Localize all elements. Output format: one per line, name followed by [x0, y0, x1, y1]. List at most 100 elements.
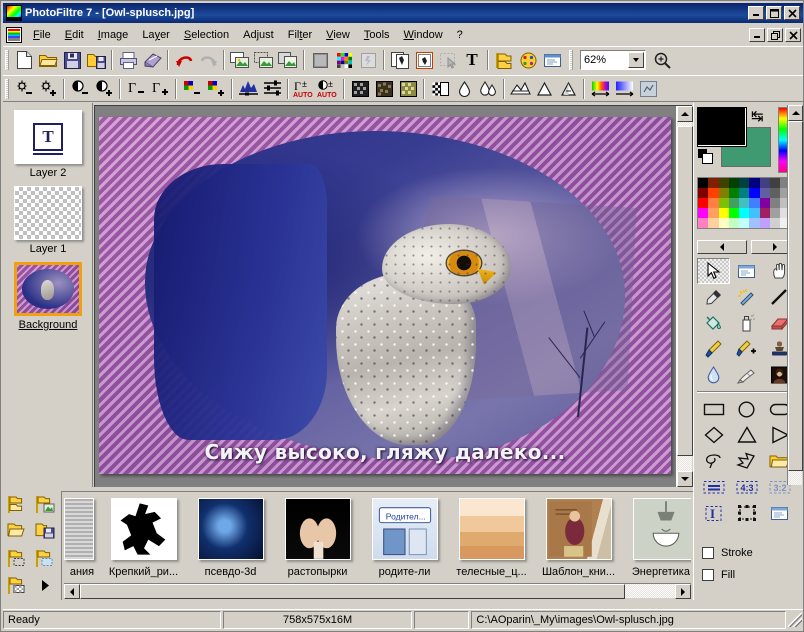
text-tool-icon[interactable]: T	[460, 49, 484, 72]
palette-swatch[interactable]	[770, 208, 781, 218]
redo-icon[interactable]	[196, 49, 220, 72]
contrast-up-icon[interactable]	[92, 77, 116, 100]
smudge-tool[interactable]	[730, 362, 763, 388]
swap-colors-icon[interactable]: ↹	[751, 107, 769, 125]
palette-swatch[interactable]	[698, 198, 709, 208]
palette-swatch[interactable]	[728, 198, 740, 208]
ellipse-shape[interactable]	[730, 396, 763, 422]
crop-to-selection-icon[interactable]	[388, 49, 412, 72]
auto-contrast-icon[interactable]: ± AUTO	[316, 77, 340, 100]
palette-swatch[interactable]	[739, 208, 750, 218]
palette-swatch[interactable]	[718, 198, 729, 208]
palette-swatch[interactable]	[718, 208, 729, 218]
text-layer-thumb[interactable]: T	[14, 110, 82, 164]
mdi-restore-button[interactable]	[767, 28, 783, 42]
blur-icon[interactable]	[452, 77, 476, 100]
mdi-close-button[interactable]	[785, 28, 801, 42]
levels-icon[interactable]	[260, 77, 284, 100]
palette-swatch[interactable]	[759, 188, 771, 198]
blue-noise-thumb[interactable]	[197, 498, 264, 560]
advanced-brush-tool[interactable]	[730, 336, 763, 362]
lasso-shape[interactable]	[697, 448, 730, 474]
color-wheel-icon[interactable]	[516, 49, 540, 72]
save-icon[interactable]	[60, 49, 84, 72]
panel-scrollbar-thumb[interactable]	[788, 121, 803, 471]
layer-item-layer2[interactable]: T Layer 2	[3, 103, 93, 179]
palette-swatch[interactable]	[770, 198, 781, 208]
airbrush-tool[interactable]	[730, 310, 763, 336]
menu-filter[interactable]: Filter	[281, 27, 319, 43]
palette-swatch[interactable]	[728, 218, 740, 228]
save-layer-icon[interactable]	[31, 518, 59, 545]
palette-swatch[interactable]	[708, 218, 719, 228]
adjust-toolbar-grip[interactable]	[5, 78, 9, 99]
fill-option-row[interactable]: Fill	[702, 569, 735, 581]
palette-swatch[interactable]	[708, 178, 719, 188]
toolbar-grip-2[interactable]	[569, 50, 573, 70]
color-palette-icon[interactable]	[332, 49, 356, 72]
color-saturation-up-icon[interactable]	[204, 77, 228, 100]
transparency-icon[interactable]	[356, 49, 380, 72]
palette-swatch[interactable]	[739, 198, 750, 208]
chevron-down-icon[interactable]	[628, 52, 644, 68]
scrollbar-thumb[interactable]	[677, 126, 693, 456]
browser-thumbnail-item[interactable]: Родител... родите-ли	[361, 494, 448, 578]
palette-swatch[interactable]	[718, 188, 729, 198]
layer-from-selection-icon[interactable]	[3, 545, 31, 572]
browser-scroll-left-button[interactable]	[64, 584, 80, 599]
menu-window[interactable]: Window	[397, 27, 450, 43]
brightness-down-icon[interactable]	[12, 77, 36, 100]
diamond-shape[interactable]	[697, 422, 730, 448]
palette-swatch[interactable]	[708, 208, 719, 218]
dither-bayer-icon[interactable]	[348, 77, 372, 100]
palette-swatch[interactable]	[698, 188, 709, 198]
paintbrush-tool[interactable]	[697, 336, 730, 362]
menu-image[interactable]: Image	[91, 27, 136, 43]
book-template-thumb[interactable]	[545, 498, 612, 560]
scrollbar-track[interactable]	[677, 122, 693, 471]
eyedropper-tool[interactable]	[697, 284, 730, 310]
menu-file[interactable]: File	[26, 27, 58, 43]
skin-gradient-thumb[interactable]	[458, 498, 525, 560]
save-as-icon[interactable]	[84, 49, 108, 72]
new-document-icon[interactable]	[12, 49, 36, 72]
thumbnail-strip[interactable]: ания Крепкий_ри... псевдо-3d растопырки Роди…	[64, 494, 691, 582]
menu-adjust[interactable]: Adjust	[236, 27, 281, 43]
palette-swatch[interactable]	[718, 218, 729, 228]
auto-gamma-icon[interactable]: Γ ± AUTO	[292, 77, 316, 100]
palette-swatch[interactable]	[749, 198, 760, 208]
zoom-combo[interactable]: 62%	[580, 50, 646, 70]
palette-swatch[interactable]	[749, 218, 760, 228]
palette-swatch[interactable]	[770, 188, 781, 198]
palette-swatch[interactable]	[770, 218, 781, 228]
palette-swatch[interactable]	[759, 218, 771, 228]
magic-wand-tool[interactable]	[730, 284, 763, 310]
open-folder-icon[interactable]	[36, 49, 60, 72]
resize-grip-icon[interactable]	[788, 612, 802, 627]
palette-prev-button[interactable]	[697, 240, 747, 254]
browser-thumbnail-item[interactable]: Крепкий_ри...	[100, 494, 187, 578]
menu-selection[interactable]: Selection	[177, 27, 236, 43]
panel-scroll-up-button[interactable]	[788, 105, 803, 121]
grayscale-icon[interactable]	[308, 49, 332, 72]
palette-swatch[interactable]	[749, 178, 760, 188]
palette-swatch[interactable]	[728, 188, 740, 198]
module-window-icon[interactable]	[540, 49, 564, 72]
scroll-down-button[interactable]	[677, 471, 693, 487]
screen-capture-tool[interactable]	[730, 258, 763, 284]
palette-swatch[interactable]	[708, 198, 719, 208]
palette-swatch[interactable]	[718, 178, 729, 188]
browser-thumbnail-item[interactable]: Шаблон_кни...	[535, 494, 622, 578]
layer-from-image-icon[interactable]	[31, 491, 59, 518]
lamp-thumb[interactable]	[632, 498, 691, 560]
fill-bucket-tool[interactable]	[697, 310, 730, 336]
soften-icon[interactable]	[532, 77, 556, 100]
dither-pattern-icon[interactable]	[396, 77, 420, 100]
copy-image-icon[interactable]	[228, 49, 252, 72]
zoom-in-icon[interactable]	[650, 49, 674, 72]
menu-view[interactable]: View	[319, 27, 357, 43]
layer-manager-icon[interactable]	[492, 49, 516, 72]
print-icon[interactable]	[116, 49, 140, 72]
maximize-button[interactable]	[766, 6, 782, 20]
texture-frame-icon[interactable]	[636, 77, 660, 100]
